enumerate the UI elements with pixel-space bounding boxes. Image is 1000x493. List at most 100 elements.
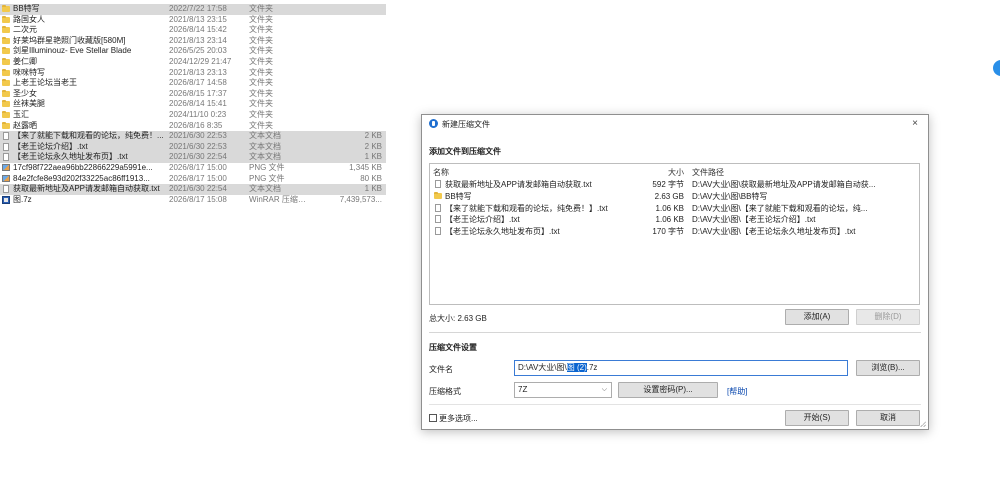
file-size: 1 KB: [364, 184, 382, 194]
file-row[interactable]: 获取最新地址及APP请发邮箱自动获取.txt 2021/6/30 22:54 文本文…: [0, 184, 386, 195]
txt-icon: [2, 131, 11, 142]
edge-widget-dot[interactable]: [993, 60, 1000, 76]
add-button[interactable]: 添加(A): [785, 309, 849, 325]
more-options-checkbox[interactable]: [429, 414, 437, 422]
file-type: 文件夹: [249, 88, 273, 98]
file-date: 2021/8/13 23:15: [169, 14, 227, 24]
folder-icon: [2, 46, 11, 57]
close-button[interactable]: ×: [908, 117, 922, 131]
file-name: 圣少女: [13, 88, 37, 98]
file-row[interactable]: 丝袜美腿 2026/8/14 15:41 文件夹: [0, 99, 386, 110]
file-date: 2026/8/17 15:00: [169, 173, 227, 183]
format-select[interactable]: 7Z ⌵: [514, 382, 612, 398]
set-password-button[interactable]: 设置密码(P)...: [618, 382, 718, 398]
archive-file-row[interactable]: 【老王论坛永久地址发布页】.txt 170 字节 D:\AV大业\图\【老王论坛永久…: [430, 226, 919, 237]
txt-icon: [2, 152, 11, 163]
file-name: 图.7z: [13, 194, 32, 204]
file-name: 17cf98f722aea96bb22866229a5991e...: [13, 162, 153, 172]
file-row[interactable]: 【老王论坛介绍】.txt 2021/6/30 22:53 文本文档 2 KB: [0, 141, 386, 153]
file-name: 获取最新地址及APP请发邮箱自动获取.txt: [13, 184, 160, 194]
txt-icon: [2, 184, 11, 195]
file-row[interactable]: 二次元 2026/8/14 15:42 文件夹: [0, 25, 386, 36]
column-header-name[interactable]: 名称: [433, 167, 449, 178]
file-row[interactable]: 【老王论坛永久地址发布页】.txt 2021/6/30 22:54 文本文档 1 KB: [0, 152, 386, 163]
file-type: 文本文档: [249, 184, 281, 194]
file-row[interactable]: BB特写 2022/7/22 17:58 文件夹: [0, 4, 386, 15]
archiver-app-icon: [429, 119, 438, 128]
file-name: 路国女人: [13, 14, 45, 24]
file-row[interactable]: 玉汇 2024/11/10 0:23 文件夹: [0, 110, 386, 121]
archive-file-name: 获取最新地址及APP请发邮箱自动获取.txt: [445, 180, 592, 189]
file-type: WinRAR 压缩文件: [249, 194, 307, 204]
file-type: 文件夹: [249, 35, 273, 45]
file-date: 2021/6/30 22:53: [169, 141, 227, 151]
file-name: 剑星Illuminouz- Eve Stellar Blade: [13, 46, 132, 56]
column-header-path[interactable]: 文件路径: [692, 167, 724, 178]
start-button[interactable]: 开始(S): [785, 410, 849, 426]
archive-file-row[interactable]: 【来了就能下载和观看的论坛，纯免费！】.txt 1.06 KB D:\AV大业\图\…: [430, 203, 919, 214]
file-name: BB特写: [13, 4, 40, 13]
file-date: 2021/8/13 23:14: [169, 35, 227, 45]
file-type: 文件夹: [249, 56, 273, 66]
file-row[interactable]: 上老王论坛当老王 2026/8/17 14:58 文件夹: [0, 78, 386, 89]
file-type: 文件夹: [249, 120, 273, 130]
folder-icon: [2, 78, 11, 89]
archive-settings-heading: 压缩文件设置: [429, 343, 477, 352]
file-name: 咪咪特写: [13, 67, 45, 77]
browse-button[interactable]: 浏览(B)...: [856, 360, 920, 376]
resize-grip-icon[interactable]: [920, 421, 926, 427]
file-row[interactable]: 路国女人 2021/8/13 23:15 文件夹: [0, 15, 386, 26]
file-date: 2021/6/30 22:54: [169, 152, 227, 162]
format-label: 压缩格式: [429, 387, 461, 396]
column-header-size[interactable]: 大小: [648, 167, 684, 178]
cancel-button[interactable]: 取消: [856, 410, 920, 426]
file-row[interactable]: 【来了就能下载和观看的论坛，纯免费！... 2021/6/30 22:53 文本文档…: [0, 131, 386, 142]
archive-file-row[interactable]: BB特写 2.63 GB D:\AV大业\图\BB特写: [430, 191, 919, 202]
file-row[interactable]: 图.7z 2026/8/17 15:08 WinRAR 压缩文件 7,439,573.…: [0, 195, 386, 206]
file-type: 文件夹: [249, 67, 273, 77]
file-name: 【老王论坛介绍】.txt: [13, 141, 88, 151]
7z-icon: [2, 195, 11, 206]
file-row[interactable]: 17cf98f722aea96bb22866229a5991e... 2026/8…: [0, 163, 386, 174]
file-date: 2026/8/16 8:35: [169, 120, 223, 130]
more-options-label[interactable]: 更多选项...: [439, 413, 478, 424]
file-date: 2026/8/17 15:08: [169, 194, 227, 204]
file-list-box[interactable]: 名称 大小 文件路径 获取最新地址及APP请发邮箱自动获取.txt 592 字节 D…: [429, 163, 920, 305]
filename-label: 文件名: [429, 365, 453, 374]
file-name: 【老王论坛永久地址发布页】.txt: [13, 152, 128, 162]
file-date: 2026/8/15 17:37: [169, 88, 227, 98]
file-row[interactable]: 好莱坞群星艳照门收藏版[580M] 2021/8/13 23:14 文件夹: [0, 36, 386, 47]
filename-input[interactable]: D:\AV大业\图\图 (2).7z: [514, 360, 848, 376]
png-icon: [2, 174, 11, 185]
txt-icon: [434, 179, 443, 190]
file-name: 赵露晒: [13, 120, 37, 130]
archive-file-path: D:\AV大业\图\【老王论坛介绍】.txt: [692, 215, 816, 225]
folder-icon: [2, 4, 11, 15]
archive-file-row[interactable]: 获取最新地址及APP请发邮箱自动获取.txt 592 字节 D:\AV大业\图\获取…: [430, 179, 919, 190]
remove-button[interactable]: 删除(D): [856, 309, 920, 325]
file-type: 文件夹: [249, 4, 273, 13]
archive-file-name: BB特写: [445, 191, 472, 201]
folder-icon: [2, 25, 11, 36]
archive-file-row[interactable]: 【老王论坛介绍】.txt 1.06 KB D:\AV大业\图\【老王论坛介绍】.tx…: [430, 214, 919, 225]
archive-file-size: 592 字节: [652, 180, 684, 189]
file-size: 7,439,573...: [339, 194, 382, 204]
file-date: 2026/5/25 20:03: [169, 46, 227, 56]
format-value: 7Z: [518, 385, 528, 394]
file-row[interactable]: 咪咪特写 2021/8/13 23:13 文件夹: [0, 68, 386, 79]
archive-file-path: D:\AV大业\图\【来了就能下载和观看的论坛，纯...: [692, 203, 868, 213]
dialog-title: 新建压缩文件: [442, 120, 490, 129]
dialog-titlebar[interactable]: 新建压缩文件 ×: [422, 115, 928, 133]
txt-icon: [2, 142, 11, 153]
png-icon: [2, 163, 11, 174]
file-row[interactable]: 84e2fcfe8e93d202f33225ac86ff1913... 2026/…: [0, 174, 386, 185]
file-row[interactable]: 姜仁卿 2024/12/29 21:47 文件夹: [0, 57, 386, 68]
file-type: 文件夹: [249, 78, 273, 88]
file-size: 1 KB: [364, 152, 382, 162]
archive-file-size: 1.06 KB: [655, 203, 684, 213]
file-row[interactable]: 赵露晒 2026/8/16 8:35 文件夹: [0, 121, 386, 132]
file-size: 2 KB: [364, 141, 382, 151]
file-row[interactable]: 圣少女 2026/8/15 17:37 文件夹: [0, 89, 386, 100]
file-row[interactable]: 剑星Illuminouz- Eve Stellar Blade 2026/5/25…: [0, 46, 386, 57]
help-link[interactable]: [帮助]: [727, 386, 747, 397]
